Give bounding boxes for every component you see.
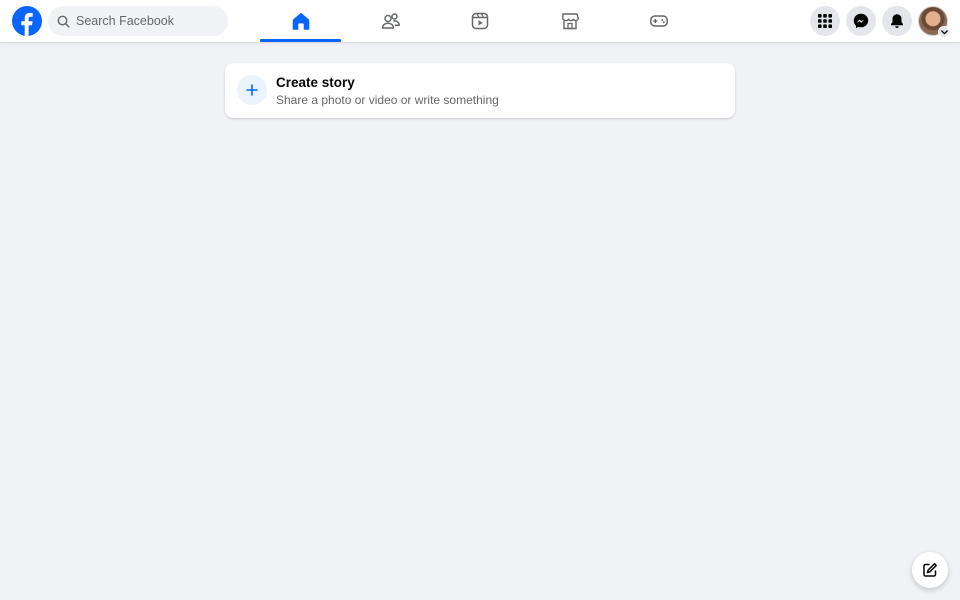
tab-friends[interactable] [350, 0, 431, 42]
menu-button[interactable] [810, 6, 840, 36]
bell-icon [891, 14, 903, 28]
create-story-add-button[interactable] [237, 75, 267, 105]
account-avatar[interactable] [918, 6, 950, 38]
search-box[interactable] [48, 6, 228, 36]
tab-gaming[interactable] [618, 0, 699, 42]
tab-home[interactable] [260, 0, 341, 42]
messenger-button[interactable] [846, 6, 876, 36]
top-navigation-bar [0, 0, 960, 42]
notifications-button[interactable] [882, 6, 912, 36]
tab-marketplace[interactable] [529, 0, 610, 42]
plus-icon [246, 84, 258, 96]
search-input[interactable] [76, 14, 216, 28]
facebook-logo-icon[interactable] [12, 6, 42, 36]
home-icon [292, 12, 309, 30]
create-story-card[interactable]: Create story Share a photo or video or w… [225, 63, 735, 118]
new-message-button[interactable] [912, 552, 948, 588]
marketplace-icon [561, 13, 579, 30]
tab-video[interactable] [439, 0, 520, 42]
compose-icon [923, 563, 937, 577]
create-story-subtitle: Share a photo or video or write somethin… [276, 93, 499, 107]
create-story-title: Create story [276, 75, 355, 90]
gaming-icon [649, 15, 668, 27]
video-icon [471, 12, 488, 30]
search-icon [57, 15, 70, 28]
messenger-icon [853, 13, 869, 29]
chevron-down-icon [938, 26, 950, 38]
friends-icon [381, 13, 400, 29]
menu-grid-icon [818, 14, 832, 28]
